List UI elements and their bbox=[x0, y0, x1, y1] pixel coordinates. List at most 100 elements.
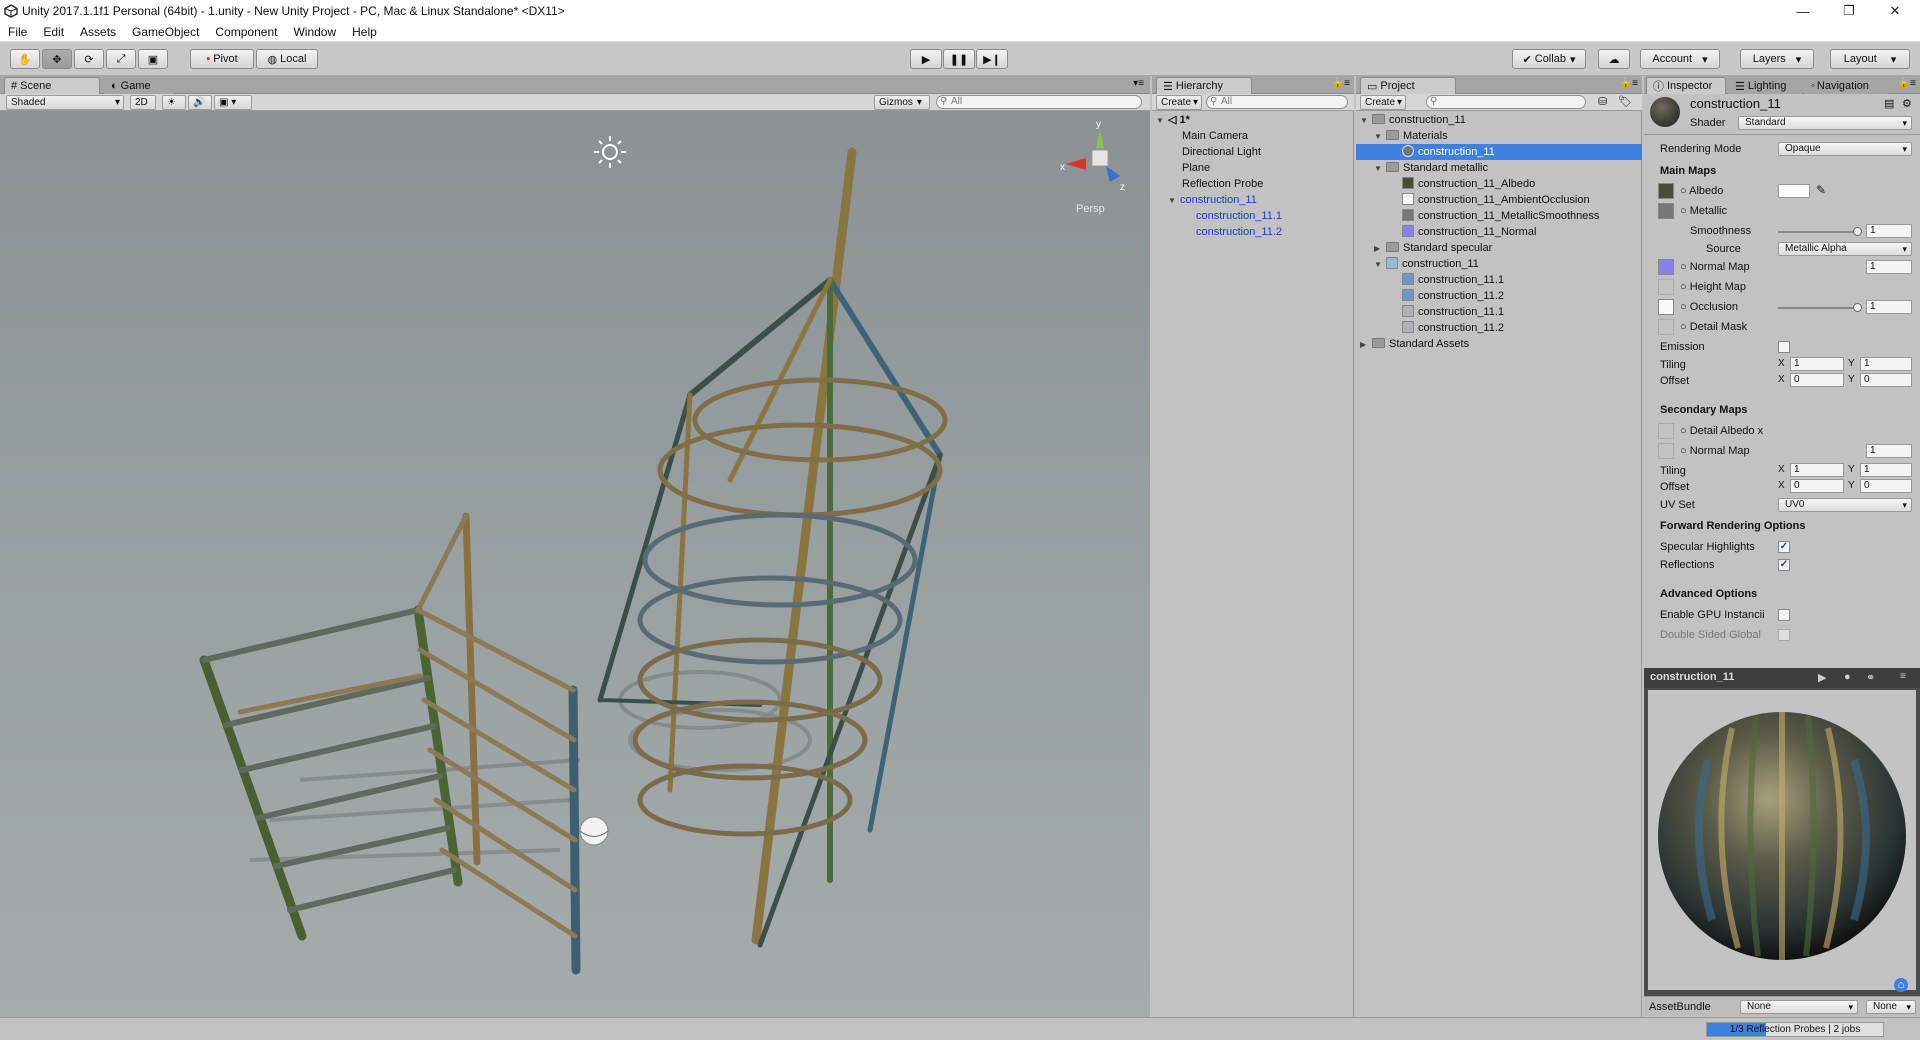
menu-file[interactable]: File bbox=[0, 25, 35, 39]
project-search-input[interactable]: ⚲ bbox=[1426, 95, 1586, 109]
uv-set-dropdown[interactable]: UV0 bbox=[1778, 498, 1912, 512]
expand-arrow-icon[interactable]: ▼ bbox=[1374, 129, 1386, 145]
project-item-metallic-smoothness[interactable]: construction_11_MetallicSmoothness bbox=[1402, 208, 1599, 224]
project-item-mesh-1[interactable]: construction_11.1 bbox=[1402, 272, 1504, 288]
smoothness-slider-knob[interactable] bbox=[1853, 227, 1862, 236]
lock-icon[interactable]: 🔒≡ bbox=[1620, 78, 1638, 89]
project-create-button[interactable]: Create ▾ bbox=[1360, 95, 1406, 110]
menu-help[interactable]: Help bbox=[344, 25, 385, 39]
occlusion-slider-knob[interactable] bbox=[1853, 303, 1862, 312]
cloud-button[interactable]: ☁ bbox=[1598, 49, 1630, 69]
tab-hierarchy[interactable]: ☰ Hierarchy bbox=[1156, 77, 1252, 94]
layers-dropdown[interactable]: Layers ▾ bbox=[1740, 49, 1814, 69]
smoothness-slider-track[interactable] bbox=[1778, 231, 1858, 233]
tab-project[interactable]: ▭ Project bbox=[1360, 77, 1456, 94]
expand-arrow-icon[interactable]: ▼ bbox=[1374, 257, 1386, 273]
specular-highlights-checkbox[interactable]: ✓ bbox=[1778, 541, 1790, 553]
detail-albedo-texture-slot[interactable] bbox=[1658, 423, 1674, 439]
tab-inspector[interactable]: ⓘ Inspector bbox=[1646, 77, 1726, 94]
project-item-mesh-2[interactable]: construction_11.2 bbox=[1402, 288, 1504, 304]
sphere-preview-icon[interactable]: ● bbox=[1844, 671, 1851, 683]
hierarchy-item-construction[interactable]: ▼ construction_11 bbox=[1168, 192, 1257, 208]
project-item-ambient-occlusion[interactable]: construction_11_AmbientOcclusion bbox=[1402, 192, 1590, 208]
hierarchy-item-construction-2[interactable]: construction_11.2 bbox=[1196, 224, 1282, 240]
filter-label-icon[interactable]: 🏷 bbox=[1618, 95, 1632, 108]
picker-circle-icon[interactable]: ○ bbox=[1680, 445, 1687, 457]
gizmos-dropdown[interactable]: Gizmos ▾ bbox=[874, 95, 930, 110]
persp-label[interactable]: Persp bbox=[1076, 203, 1105, 215]
help-book-icon[interactable]: ▤ bbox=[1884, 97, 1894, 110]
occlusion-input[interactable]: 1 bbox=[1866, 300, 1912, 314]
reflection-probe-icon[interactable] bbox=[579, 816, 609, 846]
collapse-arrow-icon[interactable]: ▶ bbox=[1360, 337, 1372, 353]
secondary-tiling-x-input[interactable]: 1 bbox=[1790, 463, 1844, 477]
source-dropdown[interactable]: Metallic Alpha bbox=[1778, 242, 1912, 256]
eyedropper-icon[interactable]: ✎ bbox=[1816, 183, 1826, 197]
height-map-texture-slot[interactable] bbox=[1658, 279, 1674, 295]
secondary-normal-texture-slot[interactable] bbox=[1658, 443, 1674, 459]
albedo-color-field[interactable] bbox=[1778, 184, 1810, 198]
project-item-material-selected[interactable]: construction_11 bbox=[1356, 144, 1642, 160]
project-item-albedo[interactable]: construction_11_Albedo bbox=[1402, 176, 1535, 192]
pause-button[interactable]: ❚❚ bbox=[943, 49, 975, 69]
project-folder-standard-assets[interactable]: ▶ Standard Assets bbox=[1360, 336, 1469, 352]
picker-circle-icon[interactable]: ○ bbox=[1680, 261, 1687, 273]
normal-map-texture-slot[interactable] bbox=[1658, 259, 1674, 275]
account-dropdown[interactable]: Account ▾ bbox=[1640, 49, 1720, 69]
hierarchy-item-directional-light[interactable]: Directional Light bbox=[1182, 144, 1261, 160]
preview-area[interactable]: ⌂ bbox=[1644, 688, 1920, 996]
scene-search-input[interactable]: ⚲ All bbox=[936, 95, 1142, 109]
occlusion-slider-track[interactable] bbox=[1778, 307, 1858, 309]
collapse-arrow-icon[interactable]: ▶ bbox=[1374, 241, 1386, 257]
metallic-texture-slot[interactable] bbox=[1658, 203, 1674, 219]
project-item-meshdata-1[interactable]: construction_11.1 bbox=[1402, 304, 1504, 320]
gpu-instancing-checkbox[interactable] bbox=[1778, 609, 1790, 621]
pivot-toggle[interactable]: ▪ Pivot bbox=[190, 49, 254, 69]
tab-scene[interactable]: # Scene bbox=[4, 77, 100, 94]
expand-arrow-icon[interactable]: ▼ bbox=[1360, 113, 1372, 129]
hand-tool-icon[interactable]: ✋ bbox=[10, 49, 40, 69]
hierarchy-item-main-camera[interactable]: Main Camera bbox=[1182, 128, 1248, 144]
project-item-meshdata-2[interactable]: construction_11.2 bbox=[1402, 320, 1504, 336]
play-button[interactable]: ▶ bbox=[910, 49, 942, 69]
layout-dropdown[interactable]: Layout ▾ bbox=[1830, 49, 1910, 69]
step-button[interactable]: ▶❙ bbox=[976, 49, 1008, 69]
hierarchy-item-construction-1[interactable]: construction_11.1 bbox=[1196, 208, 1282, 224]
project-folder-standard-specular[interactable]: ▶ Standard specular bbox=[1374, 240, 1492, 256]
picker-circle-icon[interactable]: ○ bbox=[1680, 301, 1687, 313]
collab-button[interactable]: ✔ Collab ▾ bbox=[1512, 49, 1586, 69]
tab-game[interactable]: ◐ Game bbox=[104, 77, 174, 94]
albedo-texture-slot[interactable] bbox=[1658, 183, 1674, 199]
move-tool-icon[interactable]: ✥ bbox=[42, 49, 72, 69]
scene-viewport[interactable]: y x z Persp bbox=[0, 111, 1150, 1017]
smoothness-input[interactable]: 1 bbox=[1866, 224, 1912, 238]
panel-menu-icon[interactable]: ▾≡ bbox=[1133, 78, 1144, 89]
menu-assets[interactable]: Assets bbox=[72, 25, 124, 39]
mode2d-toggle[interactable]: 2D bbox=[130, 95, 156, 110]
hierarchy-item-reflection-probe[interactable]: Reflection Probe bbox=[1182, 176, 1263, 192]
secondary-tiling-y-input[interactable]: 1 bbox=[1860, 463, 1912, 477]
tiling-y-input[interactable]: 1 bbox=[1860, 357, 1912, 371]
rect-tool-icon[interactable]: ▣ bbox=[138, 49, 168, 69]
occlusion-texture-slot[interactable] bbox=[1658, 299, 1674, 315]
detail-mask-texture-slot[interactable] bbox=[1658, 319, 1674, 335]
tab-navigation[interactable]: ◦ Navigation bbox=[1804, 77, 1888, 94]
normal-map-scale-input[interactable]: 1 bbox=[1866, 260, 1912, 274]
audio-toggle-icon[interactable]: 🔊 bbox=[188, 95, 212, 110]
shading-dropdown[interactable]: Shaded ▾ bbox=[6, 95, 124, 110]
preview-header[interactable]: construction_11 ▶ ● ⚭ ≡ bbox=[1644, 668, 1920, 688]
assetbundle-dropdown[interactable]: None bbox=[1740, 1000, 1858, 1014]
project-folder-construction[interactable]: ▼ construction_11 bbox=[1360, 112, 1466, 128]
picker-circle-icon[interactable]: ○ bbox=[1680, 205, 1687, 217]
project-folder-standard-metallic[interactable]: ▼ Standard metallic bbox=[1374, 160, 1488, 176]
scale-tool-icon[interactable]: ⤢ bbox=[106, 49, 136, 69]
maximize-button[interactable]: ❐ bbox=[1826, 0, 1872, 22]
gear-icon[interactable]: ⚙ bbox=[1902, 97, 1912, 110]
scene-root[interactable]: ▼ ◁ 1* bbox=[1156, 112, 1190, 128]
panel-menu-icon[interactable]: ≡ bbox=[1900, 671, 1906, 682]
secondary-offset-x-input[interactable]: 0 bbox=[1790, 479, 1844, 493]
tab-lighting[interactable]: ☰ Lighting bbox=[1728, 77, 1802, 94]
effects-dropdown-icon[interactable]: ▣ ▾ bbox=[214, 95, 252, 110]
lock-icon[interactable]: 🔒≡ bbox=[1332, 78, 1350, 89]
rendering-mode-dropdown[interactable]: Opaque bbox=[1778, 142, 1912, 156]
